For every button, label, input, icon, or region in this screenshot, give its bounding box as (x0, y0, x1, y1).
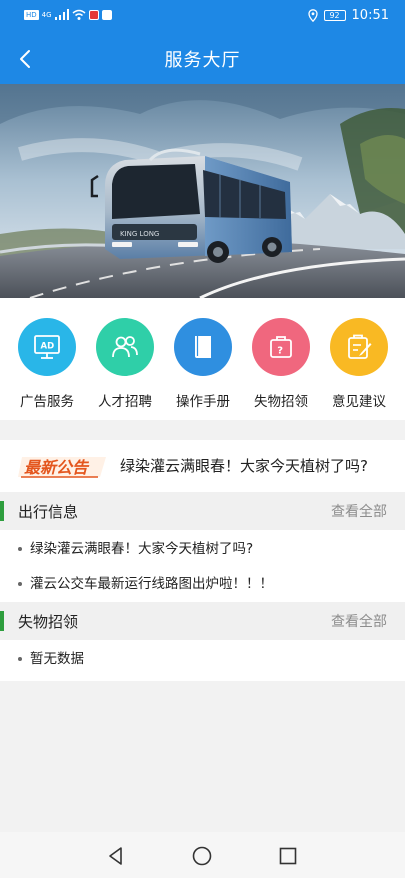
battery-icon: 92 (323, 10, 346, 21)
status-bar: HD 4G 92 10:51 (0, 0, 405, 34)
quick-actions: AD 广告服务 人才招聘 操作手册 ? 失物招领 意见建议 (0, 298, 405, 420)
square-recents-icon (279, 847, 297, 865)
travel-info-list: 绿染灌云满眼春！大家今天植树了吗? 灌云公交车最新运行线路图出炉啦！！！ (0, 530, 405, 606)
svg-text:最新公告: 最新公告 (24, 458, 90, 477)
section-title: 出行信息 (18, 503, 79, 521)
view-all-lost-found-link[interactable]: 查看全部 (331, 611, 387, 631)
svg-text:?: ? (277, 346, 283, 357)
list-item-text: 灌云公交车最新运行线路图出炉啦！！！ (30, 576, 273, 592)
notification-icon (88, 9, 99, 20)
clock: 10:51 (351, 8, 389, 23)
quick-action-manual[interactable]: 操作手册 (168, 318, 238, 410)
quick-action-label: 广告服务 (20, 394, 74, 410)
latest-notice-badge: 最新公告 (18, 454, 108, 480)
list-item[interactable]: 灌云公交车最新运行线路图出炉啦！！！ (0, 567, 405, 602)
people-icon (96, 318, 154, 376)
luggage-icon: ? (252, 318, 310, 376)
bullet-icon (18, 657, 22, 661)
banner-image[interactable]: KING LONG (0, 84, 405, 298)
ad-monitor-icon: AD (18, 318, 76, 376)
status-left: HD 4G (24, 9, 112, 20)
list-item: 暂无数据 (0, 642, 405, 677)
bullet-icon (18, 582, 22, 586)
wifi-icon (72, 9, 86, 20)
quick-action-recruitment[interactable]: 人才招聘 (90, 318, 160, 410)
top-navbar: 服务大厅 (0, 34, 405, 84)
section-accent-bar (0, 611, 4, 631)
triangle-back-icon (109, 847, 122, 865)
svg-text:AD: AD (41, 342, 55, 352)
feedback-icon (330, 318, 388, 376)
section-title: 失物招领 (18, 613, 79, 631)
section-accent-bar (0, 501, 4, 521)
list-item-text: 暂无数据 (30, 651, 84, 667)
bullet-icon (18, 547, 22, 551)
travel-info-header: 出行信息 查看全部 (0, 492, 405, 530)
quick-action-label: 意见建议 (332, 394, 386, 410)
home-nav-button[interactable] (190, 844, 214, 868)
list-item-text: 绿染灌云满眼春！大家今天植树了吗? (30, 541, 254, 557)
signal-icon (54, 9, 69, 20)
quick-action-ad-service[interactable]: AD 广告服务 (12, 318, 82, 410)
quick-action-feedback[interactable]: 意见建议 (324, 318, 394, 410)
status-right: 92 10:51 (307, 8, 389, 23)
lost-found-list: 暂无数据 (0, 640, 405, 681)
quick-action-label: 操作手册 (176, 394, 230, 410)
quick-action-lost-found[interactable]: ? 失物招领 (246, 318, 316, 410)
app-notification-icon (101, 9, 112, 20)
system-nav-bar (0, 832, 405, 878)
list-item[interactable]: 绿染灌云满眼春！大家今天植树了吗? (0, 532, 405, 567)
page-title: 服务大厅 (164, 50, 241, 71)
back-nav-button[interactable] (104, 844, 128, 868)
quick-action-label: 人才招聘 (98, 394, 152, 410)
view-all-travel-link[interactable]: 查看全部 (331, 501, 387, 521)
recents-nav-button[interactable] (276, 844, 300, 868)
signal-label: 4G (41, 10, 52, 19)
location-icon (307, 9, 318, 22)
lost-found-header: 失物招领 查看全部 (0, 602, 405, 640)
announcement-text[interactable]: 绿染灌云满眼春！大家今天植树了吗? (120, 455, 368, 476)
bus-brand-text: KING LONG (120, 230, 159, 238)
announcement-bar[interactable]: 最新公告 绿染灌云满眼春！大家今天植树了吗? (0, 440, 405, 492)
quick-action-label: 失物招领 (254, 394, 308, 410)
circle-home-icon (192, 846, 212, 866)
book-icon (174, 318, 232, 376)
network-badge: HD (24, 9, 39, 20)
bus-illustration: KING LONG (0, 84, 405, 298)
